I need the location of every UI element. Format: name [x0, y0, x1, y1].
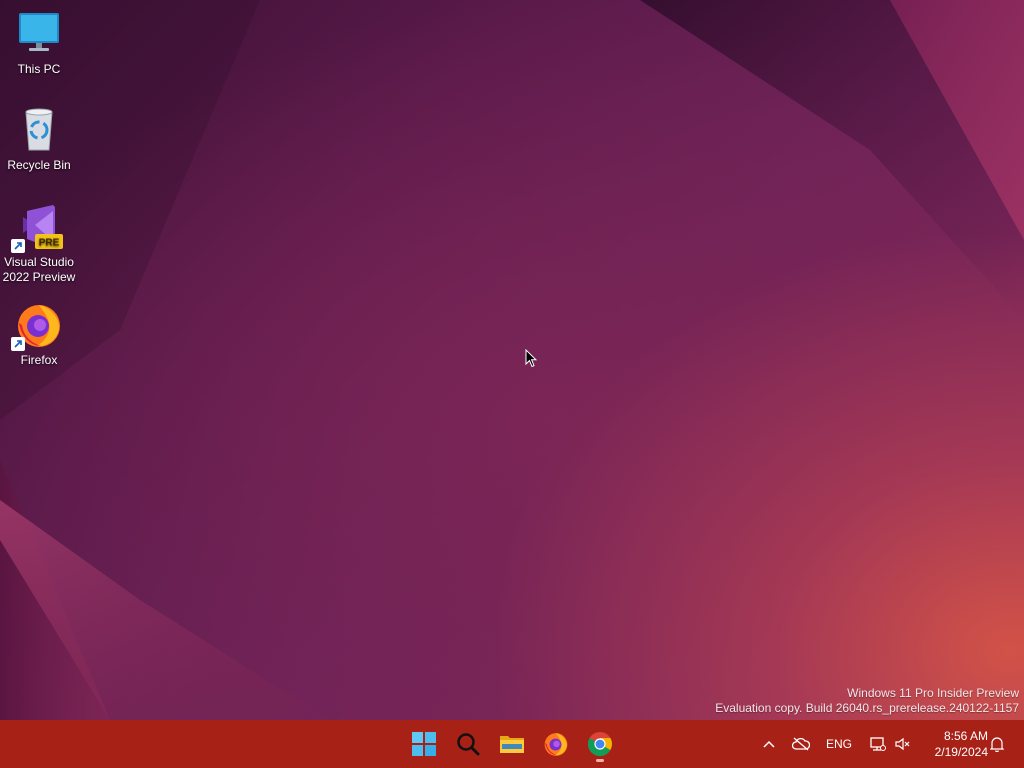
onedrive-tray-button[interactable] [786, 720, 816, 768]
desktop: This PC Recycle Bin PRE Visual Studio 20… [0, 0, 1024, 720]
network-icon [870, 737, 886, 751]
desktop-icon-recycle-bin[interactable]: Recycle Bin [2, 106, 76, 173]
cloud-offline-icon [792, 737, 810, 751]
file-explorer-button[interactable] [492, 724, 532, 764]
taskbar: ENG 8:56 AM 2/19/2024 [0, 720, 1024, 768]
clock-time: 8:56 AM [943, 729, 988, 743]
start-button[interactable] [404, 724, 444, 764]
firefox-icon [11, 301, 63, 351]
monitor-icon [15, 10, 63, 58]
show-hidden-icons-button[interactable] [756, 720, 782, 768]
shortcut-arrow-icon [11, 337, 25, 351]
search-button[interactable] [448, 724, 488, 764]
evaluation-watermark: Windows 11 Pro Insider Preview Evaluatio… [715, 686, 1019, 716]
desktop-icon-label: Recycle Bin [7, 158, 71, 172]
firefox-icon [544, 733, 568, 756]
running-indicator [596, 759, 604, 762]
watermark-edition: Windows 11 Pro Insider Preview [847, 686, 1019, 700]
windows-logo-icon [412, 732, 436, 756]
firefox-taskbar-button[interactable] [536, 724, 576, 764]
volume-button[interactable] [890, 720, 914, 768]
watermark-build: Evaluation copy. Build 26040.rs_prerelea… [715, 701, 1019, 715]
desktop-icon-label: Firefox [20, 353, 58, 367]
desktop-icon-label: Visual Studio 2022 Preview [2, 255, 76, 284]
search-icon [457, 733, 480, 756]
desktop-icon-this-pc[interactable]: This PC [2, 10, 76, 77]
system-clock[interactable]: 8:56 AM 2/19/2024 [918, 728, 988, 760]
notifications-button[interactable] [986, 720, 1008, 768]
shortcut-arrow-icon [11, 239, 25, 253]
volume-muted-icon [895, 737, 910, 751]
network-button[interactable] [864, 720, 890, 768]
desktop-icon-visual-studio[interactable]: PRE Visual Studio 2022 Preview [2, 203, 76, 285]
folder-icon [500, 736, 524, 753]
visual-studio-icon: PRE [11, 203, 63, 253]
mouse-cursor-icon [525, 349, 537, 368]
recycle-bin-icon [15, 106, 63, 154]
chrome-taskbar-button[interactable] [580, 724, 620, 764]
clock-date: 2/19/2024 [934, 745, 988, 759]
chevron-up-icon [763, 740, 775, 748]
desktop-icon-label: This PC [17, 62, 61, 76]
input-language-button[interactable]: ENG [822, 720, 856, 768]
desktop-icon-firefox[interactable]: Firefox [2, 301, 76, 368]
bell-icon [990, 737, 1004, 752]
chrome-icon [588, 732, 612, 757]
preview-badge-text: PRE [39, 238, 60, 249]
wallpaper [0, 0, 1024, 720]
